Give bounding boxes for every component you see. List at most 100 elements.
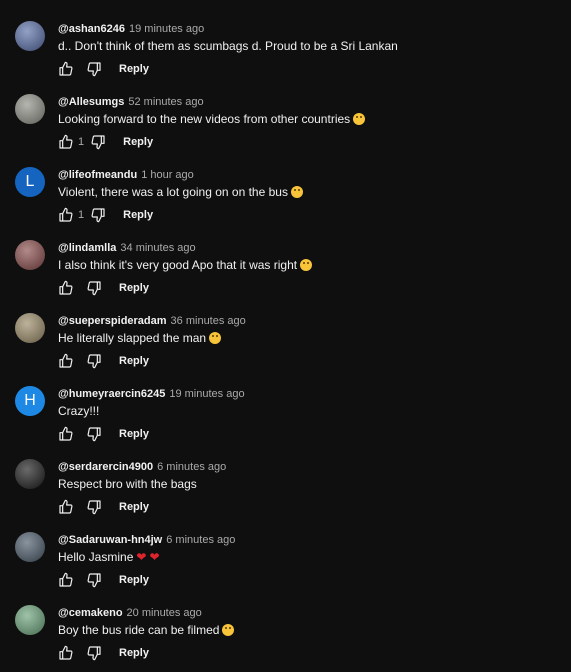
comment-text-line: Hello Jasmine ❤ ❤: [58, 550, 160, 564]
comment-text: Boy the bus ride can be filmed: [58, 623, 220, 637]
comment-author[interactable]: @humeyraercin6245: [58, 388, 165, 400]
reply-button[interactable]: Reply: [119, 574, 149, 586]
smile-emoji-icon: [353, 113, 366, 125]
comment-text-line: He literally slapped the man: [58, 331, 222, 345]
avatar[interactable]: [15, 459, 45, 489]
dislike-icon[interactable]: [83, 642, 105, 664]
comment-header: @lindamlla 34 minutes ago: [58, 242, 196, 254]
dislike-icon[interactable]: [87, 131, 109, 153]
comment-text: I also think it's very good Apo that it …: [58, 258, 298, 272]
like-icon[interactable]: [55, 350, 77, 372]
comment-item: @Allesumgs 52 minutes ago Looking forward …: [0, 88, 571, 161]
comment-timestamp[interactable]: 6 minutes ago: [157, 461, 226, 473]
comment-text: Crazy!!!: [58, 404, 100, 418]
comment-header: @humeyraercin6245 19 minutes ago: [58, 388, 245, 400]
like-icon[interactable]: [55, 204, 77, 226]
comment-actions: Reply: [55, 496, 149, 518]
reply-button[interactable]: Reply: [119, 63, 149, 75]
comment-actions: 1 Reply: [55, 131, 153, 153]
reply-button[interactable]: Reply: [119, 501, 149, 513]
avatar[interactable]: L: [15, 167, 45, 197]
comment-timestamp[interactable]: 19 minutes ago: [129, 23, 204, 35]
comment-timestamp[interactable]: 1 hour ago: [141, 169, 194, 181]
like-icon[interactable]: [55, 131, 77, 153]
comment-text-line: Crazy!!!: [58, 404, 99, 418]
reply-button[interactable]: Reply: [119, 647, 149, 659]
comment-actions: Reply: [55, 569, 149, 591]
comment-text-line: d.. Don't think of them as scumbags d. P…: [58, 39, 398, 53]
comment-header: @lifeofmeandu 1 hour ago: [58, 169, 194, 181]
like-icon[interactable]: [55, 496, 77, 518]
avatar[interactable]: [15, 532, 45, 562]
comment-author[interactable]: @cemakeno: [58, 607, 123, 619]
comment-text: d.. Don't think of them as scumbags d. P…: [58, 39, 398, 53]
comment-timestamp[interactable]: 36 minutes ago: [171, 315, 246, 327]
comment-timestamp[interactable]: 19 minutes ago: [169, 388, 244, 400]
comment-author[interactable]: @lindamlla: [58, 242, 116, 254]
comment-actions: 1 Reply: [55, 204, 153, 226]
heart-emoji-icon: ❤: [149, 550, 160, 564]
like-count: 1: [78, 209, 85, 221]
dislike-icon[interactable]: [83, 58, 105, 80]
avatar[interactable]: [15, 313, 45, 343]
dislike-icon[interactable]: [83, 350, 105, 372]
comment-header: @cemakeno 20 minutes ago: [58, 607, 202, 619]
comment-text: Respect bro with the bags: [58, 477, 197, 491]
avatar[interactable]: [15, 94, 45, 124]
avatar-letter: L: [25, 173, 35, 190]
comment-timestamp[interactable]: 52 minutes ago: [128, 96, 203, 108]
dislike-icon[interactable]: [83, 496, 105, 518]
comment-actions: Reply: [55, 423, 149, 445]
grin-emoji-icon: [222, 624, 235, 636]
reply-button[interactable]: Reply: [123, 136, 153, 148]
comment-actions: Reply: [55, 58, 149, 80]
avatar[interactable]: [15, 21, 45, 51]
comment-timestamp[interactable]: 6 minutes ago: [166, 534, 235, 546]
comment-text-line: Violent, there was a lot going on on the…: [58, 185, 303, 199]
comment-header: @serdarercin4900 6 minutes ago: [58, 461, 226, 473]
comment-author[interactable]: @serdarercin4900: [58, 461, 153, 473]
comment-text-line: Respect bro with the bags: [58, 477, 197, 491]
comment-header: @Sadaruwan-hn4jw 6 minutes ago: [58, 534, 235, 546]
heart-emoji-icon: ❤: [136, 550, 147, 564]
comment-text-line: Boy the bus ride can be filmed: [58, 623, 235, 637]
avatar[interactable]: [15, 240, 45, 270]
comment-actions: Reply: [55, 277, 149, 299]
reply-button[interactable]: Reply: [119, 282, 149, 294]
like-icon[interactable]: [55, 58, 77, 80]
avatar[interactable]: [15, 605, 45, 635]
comment-text: Looking forward to the new videos from o…: [58, 112, 351, 126]
avatar[interactable]: H: [15, 386, 45, 416]
reply-button[interactable]: Reply: [123, 209, 153, 221]
dislike-icon[interactable]: [83, 277, 105, 299]
like-icon[interactable]: [55, 569, 77, 591]
grin-emoji-icon: [290, 186, 303, 198]
dislike-icon[interactable]: [83, 569, 105, 591]
comment-timestamp[interactable]: 34 minutes ago: [120, 242, 195, 254]
dislike-icon[interactable]: [87, 204, 109, 226]
comment-author[interactable]: @lifeofmeandu: [58, 169, 137, 181]
like-icon[interactable]: [55, 423, 77, 445]
like-icon[interactable]: [55, 277, 77, 299]
comment-item: @sueperspideradam 36 minutes ago He litera…: [0, 307, 571, 380]
reply-button[interactable]: Reply: [119, 428, 149, 440]
comment-author[interactable]: @sueperspideradam: [58, 315, 167, 327]
comment-actions: Reply: [55, 350, 149, 372]
comment-header: @sueperspideradam 36 minutes ago: [58, 315, 246, 327]
comment-item: @lindamlla 34 minutes ago I also think it'…: [0, 234, 571, 307]
comment-author[interactable]: @Allesumgs: [58, 96, 124, 108]
comment-text: Violent, there was a lot going on on the…: [58, 185, 288, 199]
like-icon[interactable]: [55, 642, 77, 664]
comment-item: @serdarercin4900 6 minutes ago Respect bro…: [0, 453, 571, 526]
comment-text: Hello Jasmine: [58, 550, 134, 564]
dislike-icon[interactable]: [83, 423, 105, 445]
reply-button[interactable]: Reply: [119, 355, 149, 367]
comment-author[interactable]: @Sadaruwan-hn4jw: [58, 534, 162, 546]
comment-item: H @humeyraercin6245 19 minutes ago Crazy!!!…: [0, 380, 571, 453]
comment-item: @Sadaruwan-hn4jw 6 minutes ago Hello Jasmi…: [0, 526, 571, 599]
comment-timestamp[interactable]: 20 minutes ago: [127, 607, 202, 619]
comment-header: @ashan6246 19 minutes ago: [58, 23, 204, 35]
comment-author[interactable]: @ashan6246: [58, 23, 125, 35]
comment-item: L @lifeofmeandu 1 hour ago Violent, there w…: [0, 161, 571, 234]
comment-text-line: I also think it's very good Apo that it …: [58, 258, 313, 272]
